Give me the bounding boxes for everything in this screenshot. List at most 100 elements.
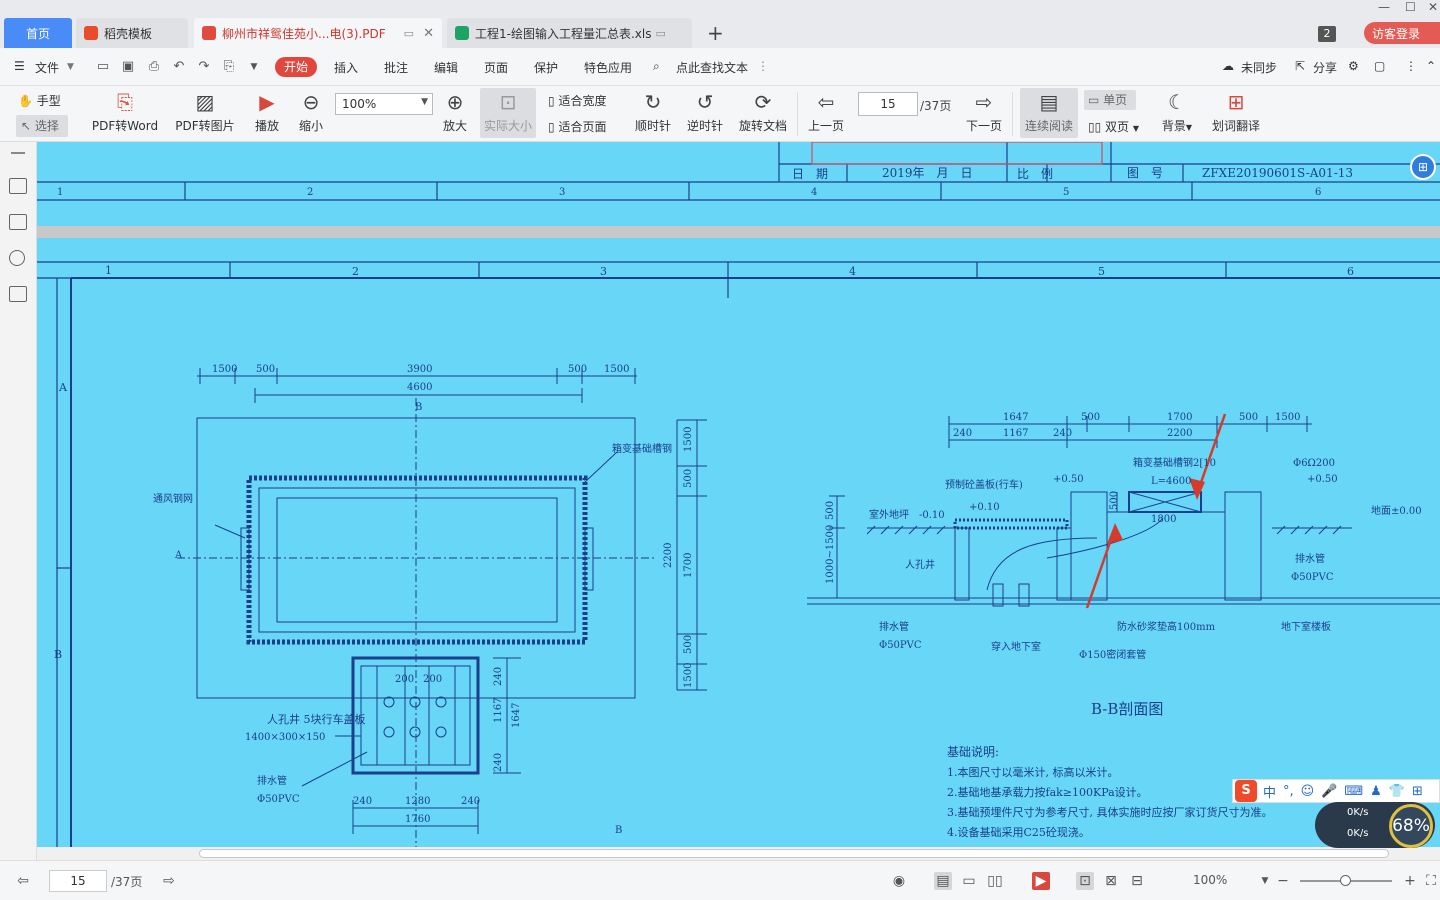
actual-size-icon[interactable]: ⊡ <box>1076 872 1094 890</box>
grid-icon[interactable]: ⊞ <box>1412 784 1423 799</box>
tab-pdf[interactable]: 柳州市祥鸳佳苑小...电(3).PDF ▭ ✕ <box>194 18 442 48</box>
more-icon[interactable]: ⋮ <box>757 59 769 73</box>
hand-tool-button[interactable]: ✋ 手型 <box>18 92 68 109</box>
menu-insert[interactable]: 插入 <box>334 59 358 76</box>
double-view-icon[interactable]: ▯▯ <box>986 872 1004 890</box>
collapse-handle[interactable] <box>11 152 25 154</box>
prev-page-button[interactable]: ⇦ 上一页 <box>806 90 846 134</box>
ime-toolbar[interactable]: S 中 °, ☺ 🎤 ⌨ ♟ 👕 ⊞ <box>1232 779 1440 803</box>
menu-file[interactable]: 文件 <box>35 59 59 76</box>
bookmark-icon[interactable] <box>9 286 27 302</box>
comment-icon[interactable]: ▢ <box>1374 59 1385 73</box>
annotation-icon[interactable] <box>9 250 25 266</box>
thumbnail-icon[interactable] <box>9 214 27 230</box>
maximize-button[interactable]: ☐ <box>1405 0 1416 14</box>
double-page-button[interactable]: ▯▯ 双页 ▼ <box>1088 118 1144 135</box>
close-icon[interactable]: ✕ <box>423 26 434 41</box>
screen-icon[interactable]: ▭ <box>404 27 414 40</box>
next-page-button[interactable]: ⇨ 下一页 <box>964 90 1004 134</box>
menu-features[interactable]: 特色应用 <box>584 59 632 76</box>
new-tab-button[interactable]: + <box>707 21 724 45</box>
pdf-to-word-button[interactable]: ⎘ PDF转Word <box>90 90 160 134</box>
menu-page[interactable]: 页面 <box>484 59 508 76</box>
prev-page-icon[interactable]: ⇦ <box>14 872 32 890</box>
search-text[interactable]: 点此查找文本 <box>676 59 748 76</box>
actual-size-button[interactable]: ⊡ 实际大小 <box>480 88 536 138</box>
document-view[interactable]: 日 期 2019年 月 日 比 例 图 号 ZFXE20190601S-A01-… <box>37 142 1440 847</box>
scroll-thumb[interactable] <box>199 849 1389 858</box>
rotate-ccw-button[interactable]: ↺ 逆时针 <box>684 90 726 134</box>
share-icon[interactable]: ⇱ <box>1295 59 1305 73</box>
rotate-cw-button[interactable]: ↻ 顺时针 <box>632 90 674 134</box>
floating-tool-button[interactable]: ⊞ <box>1410 154 1436 180</box>
user-icon[interactable]: ♟ <box>1370 784 1382 799</box>
share-button[interactable]: 分享 <box>1313 59 1337 76</box>
zoom-slider-knob[interactable] <box>1340 875 1351 886</box>
search-icon[interactable]: ⌕ <box>653 59 660 74</box>
zoom-in-button[interactable]: ⊕ 放大 <box>440 90 470 134</box>
cloud-icon[interactable]: ☁ <box>1222 59 1234 73</box>
fullscreen-icon[interactable]: ⛶ <box>1422 872 1440 890</box>
menu-protect[interactable]: 保护 <box>534 59 558 76</box>
pdf-to-image-button[interactable]: ▨ PDF转图片 <box>174 90 236 134</box>
settings-icon[interactable]: ⚙ <box>1348 59 1359 73</box>
save-icon[interactable]: ▣ <box>120 59 136 75</box>
chevron-down-icon[interactable]: ▼ <box>1256 872 1274 890</box>
single-view-icon[interactable]: ▭ <box>960 872 978 890</box>
play-icon[interactable]: ▶ <box>1032 872 1050 890</box>
fit-page-button[interactable]: ▯ 适合页面 <box>548 118 618 135</box>
sync-status[interactable]: 未同步 <box>1241 59 1277 76</box>
undo-icon[interactable]: ↶ <box>171 59 187 75</box>
export-icon[interactable]: ⎘ <box>221 59 237 75</box>
continuous-view-icon[interactable]: ▤ <box>934 872 952 890</box>
status-page-input[interactable]: 15 <box>49 870 107 892</box>
tab-home[interactable]: 首页 <box>4 18 72 48</box>
keyboard-icon[interactable]: ⌨ <box>1344 784 1363 799</box>
page-number-input[interactable]: 15 <box>858 92 918 116</box>
next-page-icon[interactable]: ⇨ <box>160 872 178 890</box>
outline-icon[interactable] <box>9 178 27 194</box>
continuous-read-button[interactable]: ▤ 连续阅读 <box>1020 88 1078 138</box>
skin-icon[interactable]: 👕 <box>1389 784 1405 799</box>
window-count-badge[interactable]: 2 <box>1318 26 1336 42</box>
menu-annotate[interactable]: 批注 <box>384 59 408 76</box>
screen-icon[interactable]: ▭ <box>655 27 665 40</box>
print-icon[interactable]: ⎙ <box>146 59 162 75</box>
more-options-icon[interactable]: ⋮ <box>1405 59 1417 73</box>
zoom-select[interactable]: 100% ▼ <box>335 93 433 115</box>
ime-lang[interactable]: 中 <box>1263 782 1276 801</box>
more-quick-icon[interactable]: ▼ <box>246 59 262 75</box>
menu-icon[interactable]: ☰ <box>14 59 25 73</box>
eye-icon[interactable]: ◉ <box>890 872 908 890</box>
network-monitor[interactable]: 0K/s 0K/s 68% <box>1315 802 1435 848</box>
translate-button[interactable]: ⊞ 划词翻译 <box>1208 90 1264 134</box>
play-button[interactable]: ▶ 播放 <box>252 90 282 134</box>
zoom-out-button[interactable]: ⊖ 缩小 <box>296 90 326 134</box>
tab-templates[interactable]: 稻壳模板 <box>76 18 188 48</box>
horizontal-scrollbar[interactable] <box>37 847 1440 860</box>
select-tool-button[interactable]: ↖ 选择 <box>16 115 68 137</box>
minimize-button[interactable]: — <box>1378 0 1390 14</box>
open-folder-icon[interactable]: ▭ <box>95 59 111 75</box>
emoji-icon[interactable]: ☺ <box>1301 784 1315 799</box>
status-zoom[interactable]: 100% <box>1193 873 1227 887</box>
menu-edit[interactable]: 编辑 <box>434 59 458 76</box>
single-page-button[interactable]: ▭ 单页 <box>1084 90 1136 110</box>
menu-start[interactable]: 开始 <box>275 57 317 77</box>
chevron-down-icon[interactable]: ▼ <box>67 62 74 72</box>
login-button[interactable]: 访客登录 <box>1364 22 1440 44</box>
mic-icon[interactable]: 🎤 <box>1321 784 1337 799</box>
collapse-ribbon-icon[interactable]: ⌃ <box>1426 59 1436 73</box>
redo-icon[interactable]: ↷ <box>196 59 212 75</box>
tab-xls[interactable]: 工程1-绘图输入工程量汇总表.xls ▭ <box>447 18 692 48</box>
zoom-slider[interactable] <box>1300 875 1392 886</box>
zoom-out-icon[interactable]: − <box>1274 872 1292 890</box>
zoom-in-icon[interactable]: + <box>1401 872 1419 890</box>
fit-page-icon[interactable]: ⊠ <box>1102 872 1120 890</box>
background-button[interactable]: ☾ 背景▼ <box>1156 90 1198 134</box>
rotate-doc-button[interactable]: ⟳ 旋转文档 <box>736 90 790 134</box>
close-window-button[interactable]: ✕ <box>1428 0 1438 14</box>
fit-width-button[interactable]: ▯ 适合宽度 <box>548 92 618 109</box>
punctuation-icon[interactable]: °, <box>1283 784 1294 799</box>
fit-width-icon[interactable]: ⊟ <box>1128 872 1146 890</box>
